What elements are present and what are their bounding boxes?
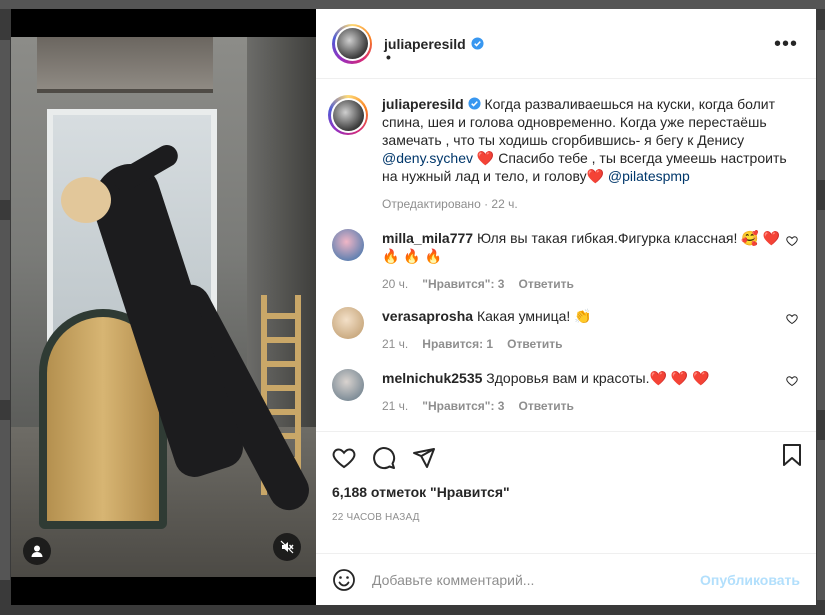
reply-button[interactable]: Ответить: [518, 275, 573, 293]
comment-username[interactable]: milla_mila777: [382, 230, 473, 246]
verified-badge-icon: [468, 97, 481, 110]
comment-time[interactable]: 21 ч.: [382, 397, 408, 415]
comment-likes[interactable]: "Нравится": 3: [422, 397, 504, 415]
person-head: [61, 177, 111, 223]
post-actions: 6,188 отметок "Нравится" 22 ЧАСОВ НАЗАД: [316, 431, 816, 553]
window-blind: [37, 37, 213, 93]
comment-text: Какая умница!: [476, 308, 571, 324]
post-caption: juliaperesild Когда разваливаешься на ку…: [328, 95, 800, 213]
comment-item: verasaprosha Какая умница! 👏 21 ч. Нрави…: [332, 307, 800, 353]
avatar-inner: [334, 26, 370, 61]
comment-meta: 21 ч. "Нравится": 3 Ответить: [382, 397, 782, 415]
reply-button[interactable]: Ответить: [518, 397, 573, 415]
tagged-users-button[interactable]: [23, 537, 51, 565]
post-modal: juliaperesild • ••• juliaperesild Когда …: [11, 9, 816, 605]
publish-button[interactable]: Опубликовать: [700, 572, 800, 588]
background-tile: [817, 210, 825, 410]
comment-body: verasaprosha Какая умница! 👏 21 ч. Нрави…: [382, 307, 782, 353]
heart-emoji: ❤️: [476, 150, 495, 166]
comment-emoji: 🥰 ❤️: [741, 230, 781, 246]
send-paper-plane-icon: [413, 448, 435, 468]
more-options-icon[interactable]: •••: [774, 33, 798, 56]
caption-edited-time: Отредактировано · 22 ч.: [382, 197, 518, 211]
share-button[interactable]: [412, 438, 452, 478]
comment-meta: 21 ч. Нравится: 1 Ответить: [382, 335, 782, 353]
caption-meta: Отредактировано · 22 ч.: [382, 195, 792, 213]
background-tile: [0, 420, 10, 580]
background-tile: [0, 220, 10, 400]
heart-outline-icon[interactable]: [786, 235, 798, 247]
post-side-panel: juliaperesild • ••• juliaperesild Когда …: [316, 9, 816, 605]
comment-time[interactable]: 20 ч.: [382, 275, 408, 293]
save-button[interactable]: [782, 444, 802, 471]
comment-text: Здоровья вам и красоты.: [486, 370, 650, 386]
comment-emoji: 👏: [574, 308, 592, 324]
comment-time[interactable]: 21 ч.: [382, 335, 408, 353]
heart-emoji: ❤️: [586, 168, 605, 184]
caption-author-avatar[interactable]: [328, 95, 368, 135]
like-button[interactable]: [332, 438, 372, 478]
speaker-muted-icon: [280, 540, 294, 554]
caption-body: juliaperesild Когда разваливаешься на ку…: [382, 95, 792, 213]
comment-body: melnichuk2535 Здоровья вам и красоты.❤️ …: [382, 369, 782, 415]
comment-button[interactable]: [372, 438, 412, 478]
comment-emoji: ❤️ ❤️ ❤️: [649, 370, 710, 386]
caption-username[interactable]: juliaperesild: [382, 96, 464, 112]
avatar-image: [336, 28, 368, 59]
heart-outline-icon[interactable]: [786, 375, 798, 387]
caption-mention-deny[interactable]: @deny.sychev: [382, 150, 473, 166]
mute-button[interactable]: [273, 533, 301, 561]
action-icons: [332, 438, 800, 478]
header-subtitle: •: [386, 49, 391, 65]
caption-mention-pilates[interactable]: @pilatespmp: [608, 168, 690, 184]
background-tile: [817, 440, 825, 600]
add-comment-bar: Опубликовать: [316, 553, 816, 605]
comment-likes[interactable]: Нравится: 1: [422, 335, 493, 353]
likes-count[interactable]: 6,188 отметок "Нравится": [332, 484, 800, 500]
comment-username[interactable]: verasaprosha: [382, 308, 473, 324]
comment-input[interactable]: [372, 571, 701, 588]
comment-emoji: 🔥 🔥 🔥: [382, 248, 443, 264]
user-icon: [31, 545, 43, 557]
avatar-inner: [330, 97, 366, 133]
post-media[interactable]: [11, 9, 316, 605]
author-username-text[interactable]: juliaperesild: [384, 36, 466, 52]
commenter-avatar[interactable]: [332, 307, 364, 339]
commenter-avatar[interactable]: [332, 369, 364, 401]
comment-meta: 20 ч. "Нравится": 3 Ответить: [382, 275, 782, 293]
comments-list[interactable]: juliaperesild Когда разваливаешься на ку…: [316, 79, 816, 431]
heart-icon: [332, 448, 356, 469]
verified-badge-icon: [471, 37, 484, 50]
background-tile: [817, 30, 825, 180]
video-frame[interactable]: [11, 37, 316, 577]
avatar-image: [332, 99, 364, 131]
author-avatar[interactable]: [332, 23, 372, 64]
commenter-avatar[interactable]: [332, 229, 364, 261]
comment-bubble-icon: [373, 447, 396, 470]
emoji-icon[interactable]: [332, 568, 356, 592]
comment-item: melnichuk2535 Здоровья вам и красоты.❤️ …: [332, 369, 800, 415]
comment-body: milla_mila777 Юля вы такая гибкая.Фигурк…: [382, 229, 782, 293]
comment-username[interactable]: melnichuk2535: [382, 370, 482, 386]
bookmark-icon: [783, 444, 801, 466]
reply-button[interactable]: Ответить: [507, 335, 562, 353]
heart-outline-icon[interactable]: [786, 313, 798, 325]
post-time[interactable]: 22 ЧАСОВ НАЗАД: [332, 512, 800, 523]
comment-item: milla_mila777 Юля вы такая гибкая.Фигурк…: [332, 229, 800, 293]
page-top-strip: [0, 0, 825, 9]
comment-likes[interactable]: "Нравится": 3: [422, 275, 504, 293]
comment-text: Юля вы такая гибкая.Фигурка классная!: [476, 230, 738, 246]
author-username[interactable]: juliaperesild: [384, 36, 484, 52]
background-tile: [0, 40, 10, 200]
post-header: juliaperesild • •••: [316, 9, 816, 79]
